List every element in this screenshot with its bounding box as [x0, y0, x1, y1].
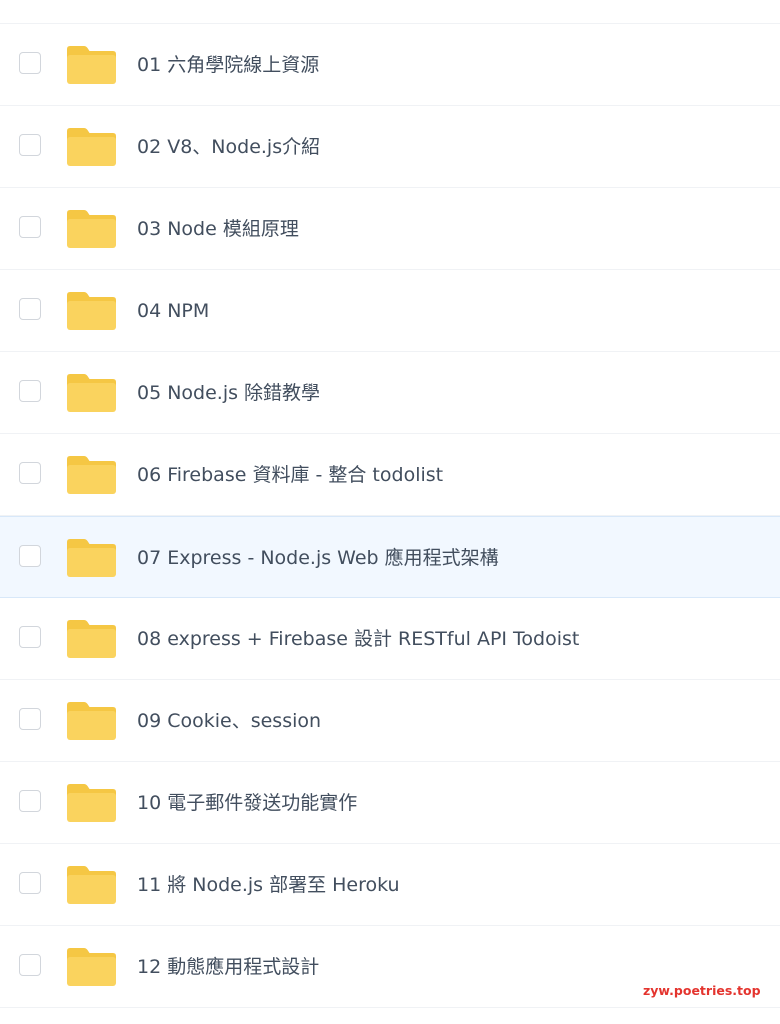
- folder-icon: [67, 784, 116, 822]
- list-item[interactable]: 02 V8、Node.js介紹: [0, 106, 780, 188]
- checkbox[interactable]: [19, 954, 41, 976]
- folder-icon: [67, 292, 116, 330]
- list-item[interactable]: 05 Node.js 除錯教學: [0, 352, 780, 434]
- folder-name[interactable]: 03 Node 模組原理: [137, 217, 299, 241]
- list-item-selected[interactable]: 07 Express - Node.js Web 應用程式架構: [0, 516, 780, 598]
- folder-icon: [67, 374, 116, 412]
- folder-icon: [67, 539, 116, 577]
- folder-name[interactable]: 07 Express - Node.js Web 應用程式架構: [137, 546, 499, 570]
- folder-name[interactable]: 11 將 Node.js 部署至 Heroku: [137, 873, 400, 897]
- list-item[interactable]: [0, 0, 780, 24]
- watermark: zyw.poetries.top: [643, 983, 761, 998]
- list-item[interactable]: 01 六角學院線上資源: [0, 24, 780, 106]
- checkbox[interactable]: [19, 134, 41, 156]
- folder-icon: [67, 128, 116, 166]
- checkbox[interactable]: [19, 298, 41, 320]
- folder-icon: [67, 210, 116, 248]
- folder-name[interactable]: 09 Cookie、session: [137, 709, 321, 733]
- checkbox[interactable]: [19, 626, 41, 648]
- list-item[interactable]: 08 express + Firebase 設計 RESTful API Tod…: [0, 598, 780, 680]
- folder-name[interactable]: 10 電子郵件發送功能實作: [137, 791, 357, 815]
- list-item[interactable]: 06 Firebase 資料庫 - 整合 todolist: [0, 434, 780, 516]
- list-item[interactable]: 09 Cookie、session: [0, 680, 780, 762]
- checkbox[interactable]: [19, 872, 41, 894]
- checkbox[interactable]: [19, 545, 41, 567]
- list-item[interactable]: 11 將 Node.js 部署至 Heroku: [0, 844, 780, 926]
- folder-name[interactable]: 08 express + Firebase 設計 RESTful API Tod…: [137, 627, 579, 651]
- folder-name[interactable]: 12 動態應用程式設計: [137, 955, 319, 979]
- list-item[interactable]: 10 電子郵件發送功能實作: [0, 762, 780, 844]
- folder-name[interactable]: 05 Node.js 除錯教學: [137, 381, 320, 405]
- folder-name[interactable]: 01 六角學院線上資源: [137, 53, 319, 77]
- folder-icon: [67, 702, 116, 740]
- file-list: 01 六角學院線上資源 02 V8、Node.js介紹 03 Node 模組原理…: [0, 0, 780, 1008]
- folder-icon: [67, 948, 116, 986]
- folder-icon: [67, 456, 116, 494]
- folder-icon: [67, 620, 116, 658]
- checkbox[interactable]: [19, 52, 41, 74]
- folder-name[interactable]: 04 NPM: [137, 299, 209, 323]
- folder-name[interactable]: 06 Firebase 資料庫 - 整合 todolist: [137, 463, 443, 487]
- checkbox[interactable]: [19, 790, 41, 812]
- folder-icon: [67, 866, 116, 904]
- checkbox[interactable]: [19, 462, 41, 484]
- checkbox[interactable]: [19, 216, 41, 238]
- folder-name[interactable]: 02 V8、Node.js介紹: [137, 135, 320, 159]
- checkbox[interactable]: [19, 708, 41, 730]
- list-item[interactable]: 03 Node 模組原理: [0, 188, 780, 270]
- folder-icon: [67, 46, 116, 84]
- list-item[interactable]: 04 NPM: [0, 270, 780, 352]
- checkbox[interactable]: [19, 380, 41, 402]
